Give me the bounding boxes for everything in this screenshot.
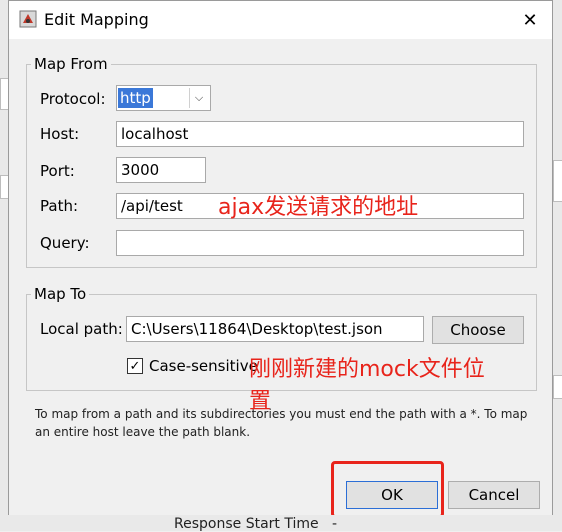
ok-highlight-box — [331, 461, 444, 518]
background-fragment — [553, 375, 562, 399]
file-annotation-line1: 刚刚新建的mock文件位 — [249, 357, 485, 382]
local-path-input[interactable]: C:\Users\11864\Desktop\test.json — [126, 316, 424, 342]
port-input[interactable]: 3000 — [116, 157, 206, 183]
chevron-down-icon[interactable]: ⌵ — [189, 88, 208, 108]
checkmark-icon: ✓ — [129, 358, 141, 374]
host-label: Host: — [40, 125, 80, 143]
choose-button[interactable]: Choose — [432, 316, 524, 344]
app-icon — [19, 10, 37, 28]
close-icon: ✕ — [522, 9, 538, 31]
query-input[interactable] — [116, 230, 524, 256]
protocol-selected-value: http — [118, 88, 153, 108]
dialog-title: Edit Mapping — [44, 10, 149, 29]
protocol-select[interactable]: http ⌵ — [116, 85, 211, 111]
query-label: Query: — [40, 234, 90, 252]
title-bar: Edit Mapping ✕ — [9, 1, 552, 39]
file-annotation-line2: 置 — [249, 389, 272, 414]
edit-mapping-dialog: Edit Mapping ✕ Map From Protocol: http ⌵… — [8, 0, 553, 531]
cancel-button[interactable]: Cancel — [448, 481, 540, 509]
hint-text: To map from a path and its subdirectorie… — [35, 407, 528, 439]
background-fragment — [553, 160, 562, 202]
local-path-label: Local path: — [40, 320, 123, 338]
path-label: Path: — [40, 197, 79, 215]
case-sensitive-checkbox[interactable]: ✓ — [127, 358, 143, 374]
close-button[interactable]: ✕ — [516, 7, 544, 33]
protocol-label: Protocol: — [40, 90, 106, 108]
response-start-time-label: Response Start Time - — [174, 516, 338, 532]
map-to-legend: Map To — [34, 285, 87, 303]
port-label: Port: — [40, 162, 75, 180]
host-input[interactable]: localhost — [116, 121, 524, 147]
map-from-legend: Map From — [34, 55, 108, 73]
case-sensitive-label: Case-sensitive — [149, 357, 258, 375]
path-annotation: ajax发送请求的地址 — [218, 195, 419, 220]
